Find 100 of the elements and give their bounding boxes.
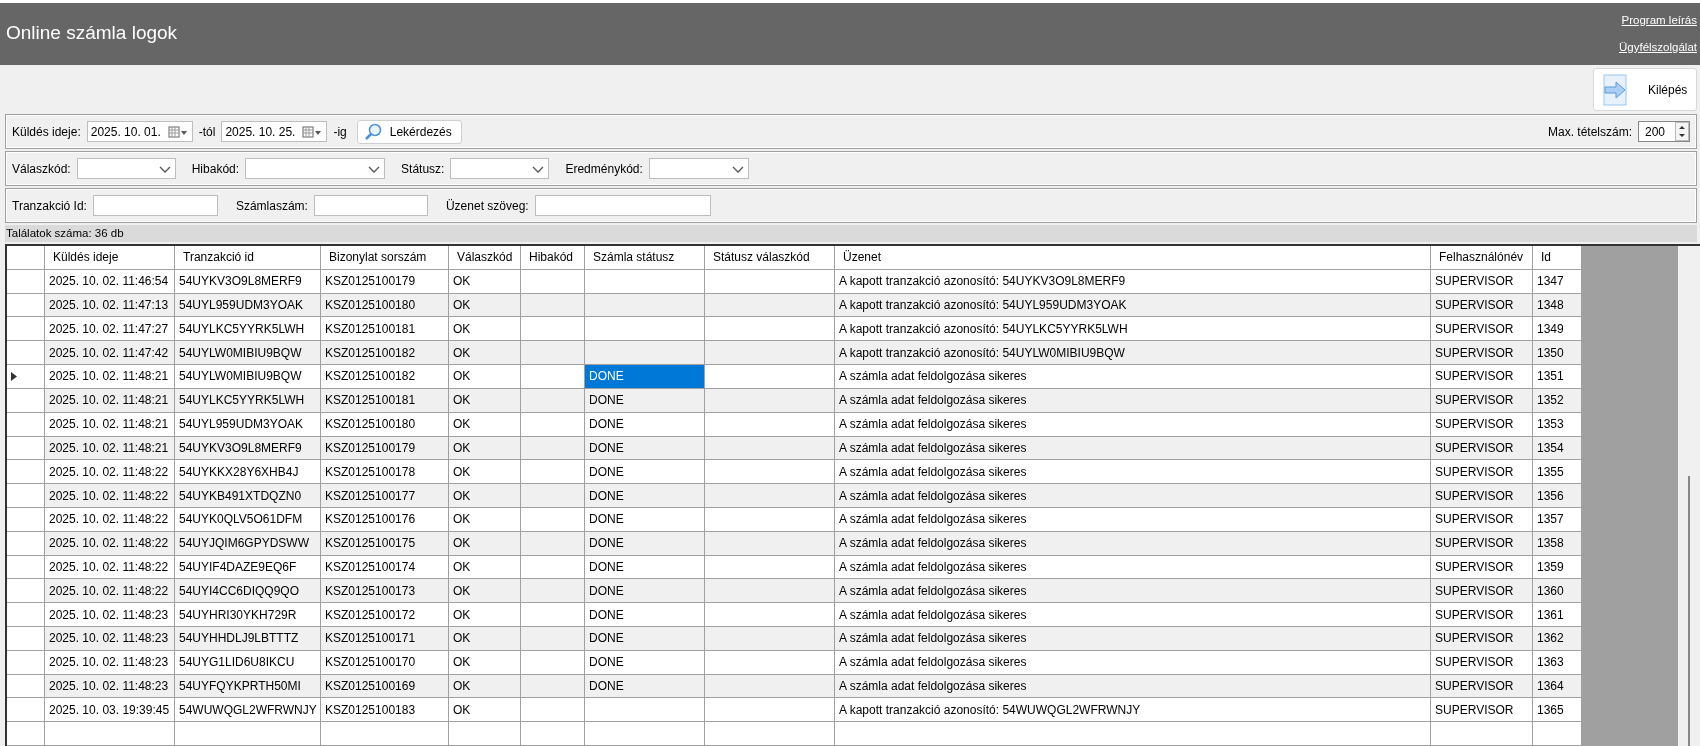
dropdown-field[interactable] [245, 158, 386, 179]
query-button[interactable]: Lekérdezés [356, 119, 462, 144]
table-cell: 2025. 10. 02. 11:48:21 [45, 388, 175, 412]
table-cell: A kapott tranzakció azonosító: 54UYLKC5YYRK5LWH [835, 317, 1431, 341]
table-cell: KSZ0125100175 [321, 531, 449, 555]
column-header[interactable]: Üzenet [835, 246, 1431, 269]
table-cell: 54UYKB491XTDQZN0 [175, 484, 321, 507]
date-picker[interactable]: 2025. 10. 01. [86, 121, 193, 142]
table-cell: OK [449, 484, 521, 507]
table-cell: OK [449, 388, 521, 412]
dropdown-field[interactable] [648, 158, 749, 179]
table-cell: A kapott tranzakció azonosító: 54UYL959UDM3YOAK [835, 293, 1431, 317]
table-cell: A számla adat feldolgozása sikeres [835, 484, 1431, 507]
table-cell: A kapott tranzakció azonosító: 54UYKV3O9L8MERF9 [835, 269, 1431, 293]
column-header[interactable]: Id [1533, 246, 1582, 269]
row-header[interactable] [7, 365, 45, 388]
table-cell: 54UYG1LID6U8IKCU [175, 650, 321, 674]
max-items-spinner[interactable]: 200 [1638, 121, 1690, 142]
row-pointer-icon [11, 371, 17, 381]
column-header[interactable]: Státusz válaszkód [705, 246, 835, 269]
table-cell: 2025. 10. 02. 11:48:21 [45, 412, 175, 436]
table-cell: 2025. 10. 02. 11:48:22 [45, 579, 175, 603]
table-cell: 54UYL959UDM3YOAK [175, 412, 321, 436]
table-cell: OK [449, 603, 521, 626]
table-cell: SUPERVISOR [1431, 698, 1533, 722]
table-cell: OK [449, 436, 521, 460]
exit-button[interactable]: Kilépés [1593, 68, 1697, 111]
input-field[interactable] [313, 195, 428, 216]
table-cell: KSZ0125100176 [321, 507, 449, 531]
table-cell: OK [449, 365, 521, 388]
table-cell: OK [449, 460, 521, 484]
table-cell: 1358 [1533, 531, 1582, 555]
table-cell: KSZ0125100182 [321, 341, 449, 365]
table-cell: KSZ0125100172 [321, 603, 449, 626]
table-cell: A számla adat feldolgozása sikeres [835, 627, 1431, 650]
table-cell: 1347 [1533, 269, 1582, 293]
table-cell: DONE [585, 460, 705, 484]
table-cell: A számla adat feldolgozása sikeres [835, 579, 1431, 603]
date-picker[interactable]: 2025. 10. 25. [221, 121, 328, 142]
filter-label: Eredménykód: [565, 161, 643, 176]
column-header[interactable]: Számla státusz [585, 246, 705, 269]
table-cell: 1365 [1533, 698, 1582, 722]
search-icon [363, 122, 382, 141]
table-cell: SUPERVISOR [1431, 293, 1533, 317]
header-link[interactable]: Program leírás [1621, 13, 1697, 26]
table-cell: 1356 [1533, 484, 1582, 507]
table-cell: A számla adat feldolgozása sikeres [835, 603, 1431, 626]
to-suffix: -ig [333, 124, 347, 139]
table-cell: 2025. 10. 02. 11:48:22 [45, 484, 175, 507]
table-cell: DONE [585, 388, 705, 412]
column-header[interactable]: Bizonylat sorszám [321, 246, 449, 269]
table-cell: OK [449, 698, 521, 722]
table-cell: 1360 [1533, 579, 1582, 603]
column-header[interactable]: Küldés ideje [45, 246, 175, 269]
table-cell: OK [449, 507, 521, 531]
table-cell: OK [449, 269, 521, 293]
input-field[interactable] [92, 195, 218, 216]
table-cell: DONE [585, 531, 705, 555]
table-cell: OK [449, 555, 521, 579]
table-cell: 1350 [1533, 341, 1582, 365]
dropdown-field[interactable] [450, 158, 550, 179]
table-cell: OK [449, 674, 521, 698]
table-cell: OK [449, 412, 521, 436]
table-cell: SUPERVISOR [1431, 531, 1533, 555]
filter-label: Tranzakció Id: [12, 198, 87, 213]
header-link[interactable]: Ügyfélszolgálat [1619, 40, 1697, 53]
filter-label: Számlaszám: [235, 198, 308, 213]
table-cell: SUPERVISOR [1431, 341, 1533, 365]
table-cell: KSZ0125100179 [321, 436, 449, 460]
table-cell: A számla adat feldolgozása sikeres [835, 412, 1431, 436]
table-cell: DONE [585, 365, 705, 388]
table-cell: SUPERVISOR [1431, 674, 1533, 698]
from-suffix: -tól [198, 124, 216, 139]
filter-label: Hibakód: [191, 161, 240, 176]
table-cell: DONE [585, 484, 705, 507]
dropdown-field[interactable] [76, 158, 176, 179]
table-cell: KSZ0125100170 [321, 650, 449, 674]
table-cell: A kapott tranzakció azonosító: 54UYLW0MIBIU9BQW [835, 341, 1431, 365]
column-header[interactable]: Hibakód [521, 246, 585, 269]
column-header[interactable]: Válaszkód [449, 246, 521, 269]
table-cell: KSZ0125100183 [321, 698, 449, 722]
table-cell: OK [449, 531, 521, 555]
table-cell: OK [449, 579, 521, 603]
column-header[interactable]: Tranzakció id [175, 246, 321, 269]
column-header[interactable]: Felhasználónév [1431, 246, 1533, 269]
filter-label: Válaszkód: [12, 161, 71, 176]
table-cell: 54UYFQYKPRTH50MI [175, 674, 321, 698]
table-cell: 1349 [1533, 317, 1582, 341]
max-items-label: Max. tételszám: [1547, 124, 1632, 139]
table-cell: 2025. 10. 02. 11:48:23 [45, 650, 175, 674]
table-cell: 54WUWQGL2WFRWNJY [175, 698, 321, 722]
input-field[interactable] [534, 195, 711, 216]
table-cell: 1359 [1533, 555, 1582, 579]
sent-time-label: Küldés ideje: [12, 124, 81, 139]
table-cell: 1352 [1533, 388, 1582, 412]
table-cell: 2025. 10. 02. 11:46:54 [45, 269, 175, 293]
table-cell: 54UYKV3O9L8MERF9 [175, 269, 321, 293]
table-cell: 1355 [1533, 460, 1582, 484]
table-cell: 2025. 10. 02. 11:47:42 [45, 341, 175, 365]
table-cell: SUPERVISOR [1431, 650, 1533, 674]
